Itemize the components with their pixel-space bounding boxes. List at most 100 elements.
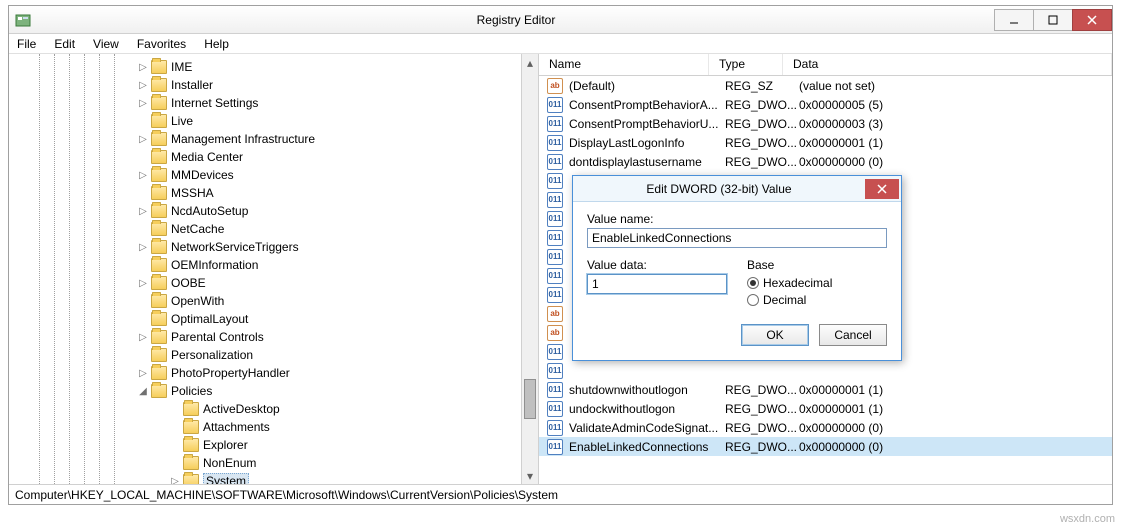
tree-label: NcdAutoSetup [171,204,248,218]
tree-item[interactable]: ▷PhotoPropertyHandler [9,364,538,382]
folder-icon [183,438,199,452]
value-row[interactable]: 011DisplayLastLogonInfoREG_DWO...0x00000… [539,133,1112,152]
cell-name: dontdisplaylastusername [569,155,725,169]
close-button[interactable] [1072,9,1112,31]
value-row[interactable]: 011ValidateAdminCodeSignat...REG_DWO...0… [539,418,1112,437]
cell-data: 0x00000001 (1) [799,383,1112,397]
value-row[interactable]: 011 [539,361,1112,380]
window-title: Registry Editor [37,13,995,27]
cell-type: REG_DWO... [725,155,799,169]
col-data[interactable]: Data [783,54,1112,75]
expander-icon[interactable]: ▷ [137,368,149,379]
tree-item[interactable]: ◢Policies [9,382,538,400]
tree-item[interactable]: Live [9,112,538,130]
titlebar[interactable]: Registry Editor [9,6,1112,34]
tree-item[interactable]: NetCache [9,220,538,238]
value-row[interactable]: 011dontdisplaylastusernameREG_DWO...0x00… [539,152,1112,171]
expander-icon[interactable]: ▷ [137,98,149,109]
tree-item[interactable]: OptimalLayout [9,310,538,328]
expander-icon[interactable]: ◢ [137,386,149,397]
dword-icon: 011 [547,97,563,113]
folder-icon [151,258,167,272]
cancel-button[interactable]: Cancel [819,324,887,346]
expander-icon[interactable]: ▷ [137,170,149,181]
tree-item[interactable]: ▷IME [9,58,538,76]
expander-icon[interactable]: ▷ [137,62,149,73]
value-name-input[interactable] [587,228,887,248]
string-icon: ab [547,78,563,94]
menu-view[interactable]: View [91,36,121,51]
ok-button[interactable]: OK [741,324,809,346]
value-row[interactable]: 011ConsentPromptBehaviorA...REG_DWO...0x… [539,95,1112,114]
dword-icon: 011 [547,363,563,379]
cell-type: REG_DWO... [725,136,799,150]
tree-item[interactable]: OpenWith [9,292,538,310]
minimize-button[interactable] [994,9,1034,31]
menubar: File Edit View Favorites Help [9,34,1112,54]
dword-icon: 011 [547,173,563,189]
tree-item[interactable]: Media Center [9,148,538,166]
tree-item[interactable]: ActiveDesktop [9,400,538,418]
scroll-down-icon[interactable]: ▾ [522,467,538,484]
dword-icon: 011 [547,135,563,151]
scroll-thumb[interactable] [524,379,536,419]
tree-item[interactable]: ▷OOBE [9,274,538,292]
folder-icon [151,222,167,236]
cell-name: ConsentPromptBehaviorA... [569,98,725,112]
value-row[interactable]: 011ConsentPromptBehaviorU...REG_DWO...0x… [539,114,1112,133]
dword-icon: 011 [547,268,563,284]
radio-hexadecimal[interactable]: Hexadecimal [747,276,887,290]
value-data-input[interactable] [587,274,727,294]
value-row[interactable]: 011shutdownwithoutlogonREG_DWO...0x00000… [539,380,1112,399]
radio-icon [747,277,759,289]
value-row[interactable]: 011undockwithoutlogonREG_DWO...0x0000000… [539,399,1112,418]
dialog-titlebar[interactable]: Edit DWORD (32-bit) Value [573,176,901,202]
tree-item[interactable]: MSSHA [9,184,538,202]
tree-item[interactable]: ▷MMDevices [9,166,538,184]
tree-item[interactable]: ▷ NcdAutoSetup [9,202,538,220]
edit-dword-dialog: Edit DWORD (32-bit) Value Value name: Va… [572,175,902,361]
tree-item[interactable]: OEMInformation [9,256,538,274]
col-type[interactable]: Type [709,54,783,75]
radio-decimal[interactable]: Decimal [747,293,887,307]
tree-item[interactable]: Attachments [9,418,538,436]
expander-icon[interactable]: ▷ [137,134,149,145]
maximize-button[interactable] [1033,9,1073,31]
tree-item[interactable]: NonEnum [9,454,538,472]
folder-icon [151,78,167,92]
col-name[interactable]: Name [539,54,709,75]
expander-icon[interactable]: ▷ [169,476,181,485]
menu-edit[interactable]: Edit [52,36,77,51]
tree-item[interactable]: ▷System [9,472,538,484]
folder-icon [151,276,167,290]
expander-icon[interactable]: ▷ [137,278,149,289]
expander-icon[interactable]: ▷ [137,206,149,217]
tree-item[interactable]: ▷NetworkServiceTriggers [9,238,538,256]
key-tree-pane[interactable]: ▷IME▷Installer▷Internet SettingsLive▷Man… [9,54,539,484]
tree-item[interactable]: ▷Management Infrastructure [9,130,538,148]
menu-help[interactable]: Help [202,36,231,51]
tree-label: MSSHA [171,186,214,200]
tree-scrollbar[interactable]: ▴ ▾ [521,54,538,484]
tree-item[interactable]: Personalization [9,346,538,364]
expander-icon[interactable]: ▷ [137,80,149,91]
dword-icon: 011 [547,192,563,208]
tree-item[interactable]: ▷Parental Controls [9,328,538,346]
tree-item[interactable]: ▷Internet Settings [9,94,538,112]
value-row[interactable]: ab(Default)REG_SZ(value not set) [539,76,1112,95]
dialog-close-button[interactable] [865,179,899,199]
menu-file[interactable]: File [15,36,38,51]
expander-icon[interactable]: ▷ [137,332,149,343]
scroll-up-icon[interactable]: ▴ [522,54,538,71]
cell-data: (value not set) [799,79,1112,93]
tree-item[interactable]: ▷Installer [9,76,538,94]
list-header[interactable]: Name Type Data [539,54,1112,76]
tree-label: NonEnum [203,456,256,470]
cell-type: REG_DWO... [725,117,799,131]
value-row[interactable]: 011EnableLinkedConnectionsREG_DWO...0x00… [539,437,1112,456]
value-name-label: Value name: [587,212,887,226]
menu-favorites[interactable]: Favorites [135,36,188,51]
expander-icon[interactable]: ▷ [137,242,149,253]
tree-item[interactable]: Explorer [9,436,538,454]
cell-name: ValidateAdminCodeSignat... [569,421,725,435]
